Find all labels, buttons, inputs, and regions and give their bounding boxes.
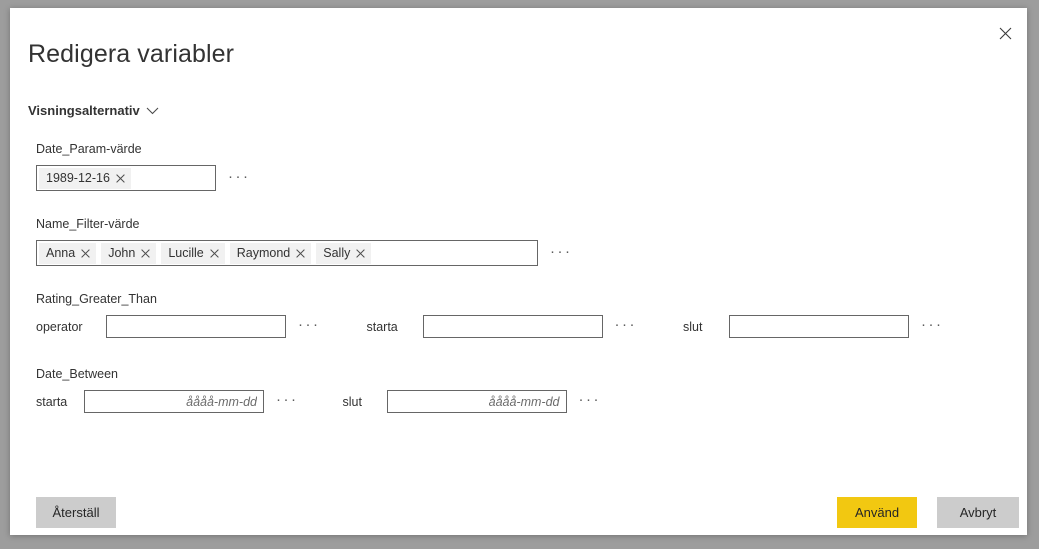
token[interactable]: Raymond bbox=[229, 242, 312, 264]
date-between-end-input[interactable] bbox=[386, 390, 567, 413]
close-glyph bbox=[999, 27, 1011, 39]
field-rating-greater-than: Rating_Greater_Than operator ··· starta … bbox=[36, 292, 944, 338]
rating-operator-more-button[interactable]: ··· bbox=[298, 317, 321, 336]
cancel-button[interactable]: Avbryt bbox=[937, 497, 1019, 528]
reset-button[interactable]: Återställ bbox=[36, 497, 116, 528]
name-filter-more-button[interactable]: ··· bbox=[550, 244, 573, 262]
edit-variables-dialog: Redigera variabler Visningsalternativ Da… bbox=[10, 8, 1027, 535]
token[interactable]: 1989-12-16 bbox=[39, 167, 131, 189]
token-label: Anna bbox=[46, 246, 76, 260]
sublabel-date-end: slut bbox=[342, 394, 362, 409]
field-date-param: Date_Param-värde 1989-12-16 ··· bbox=[36, 142, 251, 191]
token-label: Raymond bbox=[236, 246, 291, 260]
page-title: Redigera variabler bbox=[28, 40, 235, 68]
date-param-more-button[interactable]: ··· bbox=[228, 169, 251, 187]
sublabel-date-start: starta bbox=[36, 394, 68, 409]
token-label: 1989-12-16 bbox=[46, 171, 110, 185]
field-label-date-between: Date_Between bbox=[36, 367, 119, 381]
apply-button[interactable]: Använd bbox=[837, 497, 917, 528]
token-remove-icon[interactable] bbox=[141, 248, 151, 258]
field-name-filter: Name_Filter-värde Anna John Lucille Raymond… bbox=[36, 217, 573, 266]
token[interactable]: John bbox=[101, 242, 157, 264]
date-between-start-more-button[interactable]: ··· bbox=[276, 392, 299, 411]
sublabel-operator: operator bbox=[36, 319, 83, 334]
rating-end-more-button[interactable]: ··· bbox=[921, 317, 944, 336]
date-between-start-input[interactable] bbox=[84, 390, 264, 413]
field-label-rating-greater-than: Rating_Greater_Than bbox=[36, 292, 157, 306]
name-filter-token-input[interactable]: Anna John Lucille Raymond Sally bbox=[36, 240, 538, 266]
token[interactable]: Sally bbox=[316, 242, 372, 264]
field-label-date-param: Date_Param-värde bbox=[36, 142, 142, 156]
display-options-toggle[interactable]: Visningsalternativ bbox=[28, 103, 159, 118]
date-between-end-more-button[interactable]: ··· bbox=[579, 392, 602, 411]
token-remove-icon[interactable] bbox=[116, 173, 125, 183]
sublabel-rating-end: slut bbox=[683, 319, 703, 334]
token-label: Sally bbox=[323, 246, 351, 260]
date-param-token-input[interactable]: 1989-12-16 bbox=[36, 165, 216, 191]
sublabel-rating-start: starta bbox=[366, 319, 398, 334]
rating-operator-input[interactable] bbox=[106, 315, 286, 338]
field-label-name-filter: Name_Filter-värde bbox=[36, 217, 140, 231]
token-label: Lucille bbox=[168, 246, 204, 260]
token-remove-icon[interactable] bbox=[356, 248, 366, 258]
close-icon[interactable] bbox=[985, 16, 1025, 50]
rating-end-input[interactable] bbox=[729, 315, 909, 338]
token-label: John bbox=[108, 246, 136, 260]
token-remove-icon[interactable] bbox=[81, 248, 90, 258]
field-date-between: Date_Between starta ··· slut ··· bbox=[36, 367, 601, 413]
display-options-label: Visningsalternativ bbox=[28, 103, 140, 118]
token-remove-icon[interactable] bbox=[209, 248, 219, 258]
rating-start-more-button[interactable]: ··· bbox=[615, 317, 638, 336]
token[interactable]: Anna bbox=[39, 242, 97, 264]
rating-start-input[interactable] bbox=[422, 315, 603, 338]
token-remove-icon[interactable] bbox=[296, 248, 306, 258]
token[interactable]: Lucille bbox=[161, 242, 225, 264]
chevron-down-icon bbox=[146, 107, 159, 114]
